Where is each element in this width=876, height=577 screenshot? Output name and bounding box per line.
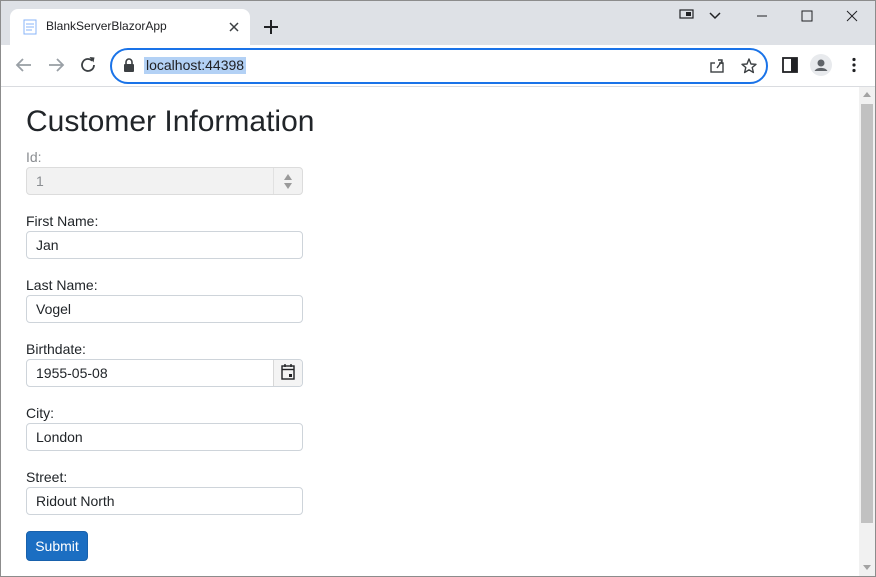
id-label: Id: [26, 149, 42, 165]
plus-icon[interactable] [259, 15, 283, 39]
last-name-field[interactable]: Vogel [26, 295, 303, 323]
page-icon [23, 19, 37, 35]
street-label: Street: [26, 469, 68, 485]
submit-button[interactable]: Submit [26, 531, 88, 561]
page-title: Customer Information [26, 105, 315, 138]
street-value: Ridout North [36, 493, 115, 509]
page-content: Customer Information Id: 1 First Name: J… [1, 87, 859, 576]
id-value: 1 [36, 173, 44, 189]
city-field[interactable]: London [26, 423, 303, 451]
minimize-button[interactable] [739, 1, 785, 31]
last-name-label: Last Name: [26, 277, 98, 293]
tab-strip: BlankServerBlazorApp [1, 1, 875, 45]
lock-icon[interactable] [122, 57, 136, 73]
maximize-button[interactable] [784, 1, 830, 31]
birthdate-field[interactable]: 1955-05-08 [26, 359, 303, 387]
browser-tab[interactable]: BlankServerBlazorApp [10, 9, 250, 45]
close-icon[interactable] [225, 18, 243, 36]
scroll-up-icon[interactable] [863, 92, 871, 97]
spinner-down-icon [284, 183, 292, 189]
birthdate-value: 1955-05-08 [36, 365, 108, 381]
profile-icon[interactable] [810, 54, 832, 76]
arrow-left-icon[interactable] [12, 53, 36, 77]
address-bar[interactable]: localhost:44398 [110, 48, 768, 84]
arrow-right-icon[interactable] [44, 53, 68, 77]
number-spinner [273, 168, 302, 194]
first-name-value: Jan [36, 237, 59, 253]
vertical-scrollbar[interactable] [859, 87, 875, 576]
tab-title: BlankServerBlazorApp [46, 19, 167, 33]
chevron-down-icon[interactable] [701, 1, 729, 31]
side-panel-icon[interactable] [780, 55, 800, 75]
share-icon[interactable] [708, 57, 726, 75]
scroll-down-icon[interactable] [863, 565, 871, 570]
tab-search-icon[interactable] [669, 1, 705, 31]
close-window-button[interactable] [829, 1, 875, 31]
city-value: London [36, 429, 83, 445]
id-field: 1 [26, 167, 303, 195]
first-name-field[interactable]: Jan [26, 231, 303, 259]
reload-icon[interactable] [76, 53, 100, 77]
first-name-label: First Name: [26, 213, 99, 229]
kebab-menu-icon[interactable] [844, 55, 864, 75]
scrollbar-thumb[interactable] [861, 104, 873, 523]
street-field[interactable]: Ridout North [26, 487, 303, 515]
calendar-icon[interactable] [273, 360, 302, 386]
browser-window: BlankServerBlazorApp localhost:44398 Cus… [0, 0, 876, 577]
browser-toolbar: localhost:44398 [1, 45, 875, 87]
spinner-up-icon [284, 174, 292, 180]
url-text[interactable]: localhost:44398 [144, 57, 247, 74]
star-icon[interactable] [740, 57, 758, 75]
last-name-value: Vogel [36, 301, 72, 317]
city-label: City: [26, 405, 54, 421]
birthdate-label: Birthdate: [26, 341, 86, 357]
